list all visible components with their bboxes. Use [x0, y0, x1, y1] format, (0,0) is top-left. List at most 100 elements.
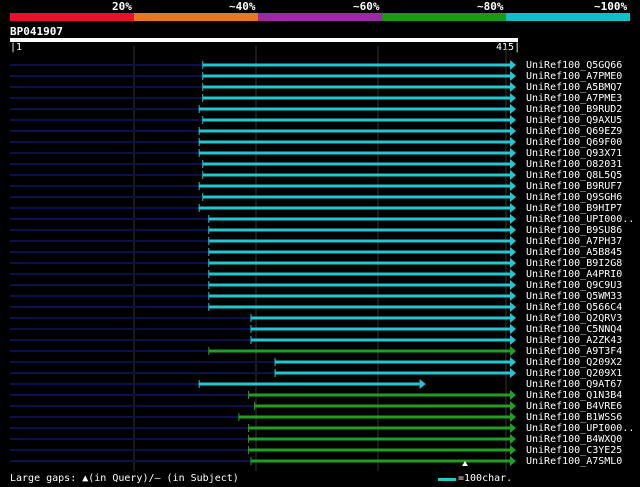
alignment-bar[interactable] [202, 63, 510, 67]
alignment-bar[interactable] [199, 151, 511, 155]
alignment-arrow-icon [510, 258, 516, 268]
alignment-bar[interactable] [202, 162, 510, 166]
hit-label[interactable]: UniRef100_C5NNQ4 [526, 324, 622, 335]
alignment-arrow-icon [510, 159, 516, 169]
hit-label[interactable]: UniRef100_B9RUF7 [526, 181, 622, 192]
alignment-bar[interactable] [208, 294, 511, 298]
hit-label[interactable]: UniRef100_B4WXQ0 [526, 434, 622, 445]
hit-label[interactable]: UniRef100_Q209X2 [526, 357, 622, 368]
alignment-arrow-icon [510, 126, 516, 136]
alignment-bar[interactable] [254, 404, 510, 408]
hit-label[interactable]: UniRef100_A7SML0 [526, 456, 622, 467]
alignment-bar[interactable] [202, 96, 510, 100]
scale-legend-text: =100char. [458, 473, 513, 484]
alignment-arrow-icon [510, 357, 516, 367]
alignment-bar[interactable] [208, 272, 511, 276]
alignment-bar[interactable] [202, 195, 510, 199]
hit-label[interactable]: UniRef100_Q9AT67 [526, 379, 622, 390]
alignment-arrow-icon [510, 302, 516, 312]
hit-label[interactable]: UniRef100_C3YE25 [526, 445, 622, 456]
hit-label[interactable]: UniRef100_A7PME0 [526, 71, 622, 82]
scale-legend-bar [438, 478, 456, 481]
alignment-bar[interactable] [199, 382, 420, 386]
alignment-bar[interactable] [248, 393, 511, 397]
alignment-bar[interactable] [250, 338, 510, 342]
alignment-arrow-icon [510, 368, 516, 378]
hit-label[interactable]: UniRef100_O82031 [526, 159, 622, 170]
alignment-arrow-icon [510, 412, 516, 422]
alignment-bar[interactable] [275, 371, 510, 375]
alignment-bar[interactable] [208, 349, 511, 353]
alignment-arrow-icon [419, 379, 426, 389]
alignment-bar[interactable] [202, 74, 510, 78]
alignment-arrow-icon [510, 104, 516, 114]
alignment-bar[interactable] [250, 316, 510, 320]
alignment-arrow-icon [510, 192, 516, 202]
alignment-bar[interactable] [208, 217, 511, 221]
hit-label[interactable]: UniRef100_Q9AXU5 [526, 115, 622, 126]
hit-label[interactable]: UniRef100_Q2QRV3 [526, 313, 622, 324]
alignment-bar[interactable] [199, 129, 511, 133]
alignment-bar[interactable] [250, 327, 510, 331]
alignment-arrow-icon [510, 115, 516, 125]
alignment-bar[interactable] [275, 360, 510, 364]
hit-label[interactable]: UniRef100_B9RUD2 [526, 104, 622, 115]
hit-label[interactable]: UniRef100_A5B845 [526, 247, 622, 258]
hit-label[interactable]: UniRef100_B9I2G8 [526, 258, 622, 269]
alignment-arrow-icon [510, 401, 516, 411]
alignment-arrow-icon [510, 247, 516, 257]
hit-label[interactable]: UniRef100_Q8L5Q5 [526, 170, 622, 181]
hit-label[interactable]: UniRef100_A2ZK43 [526, 335, 622, 346]
hit-label[interactable]: UniRef100_Q209X1 [526, 368, 622, 379]
hit-label[interactable]: UniRef100_B9SU86 [526, 225, 622, 236]
alignment-arrow-icon [510, 82, 516, 92]
alignment-bar[interactable] [250, 459, 510, 463]
alignment-arrow-icon [510, 214, 516, 224]
hit-label[interactable]: UniRef100_Q5GQ66 [526, 60, 622, 71]
alignment-arrow-icon [510, 335, 516, 345]
alignment-bar[interactable] [248, 426, 511, 430]
hit-label[interactable]: UniRef100_B1WSS6 [526, 412, 622, 423]
alignment-bar[interactable] [202, 173, 510, 177]
hit-label[interactable]: UniRef100_Q9SGH6 [526, 192, 622, 203]
alignment-bar[interactable] [238, 415, 511, 419]
hit-label[interactable]: UniRef100_Q93X71 [526, 148, 622, 159]
alignment-bar[interactable] [199, 184, 511, 188]
hit-label[interactable]: UniRef100_A4PRI0 [526, 269, 622, 280]
alignment-bar[interactable] [199, 140, 511, 144]
alignment-bar[interactable] [208, 305, 511, 309]
hit-label[interactable]: UniRef100_A7PME3 [526, 93, 622, 104]
alignment-bar[interactable] [199, 107, 511, 111]
alignment-bar[interactable] [202, 118, 510, 122]
hit-label[interactable]: UniRef100_A5BMQ7 [526, 82, 622, 93]
alignment-arrow-icon [510, 181, 516, 191]
alignment-bar[interactable] [199, 206, 511, 210]
alignment-arrow-icon [510, 71, 516, 81]
alignment-bar[interactable] [248, 437, 511, 441]
hit-label[interactable]: UniRef100_A9T3F4 [526, 346, 622, 357]
hit-label[interactable]: UniRef100_Q566C4 [526, 302, 622, 313]
alignment-bar[interactable] [208, 261, 511, 265]
hit-label[interactable]: UniRef100_Q9C9U3 [526, 280, 622, 291]
alignment-bar[interactable] [202, 85, 510, 89]
hit-label[interactable]: UniRef100_Q5WM33 [526, 291, 622, 302]
hit-label[interactable]: UniRef100_UPI000.. [526, 423, 634, 434]
alignment-bar[interactable] [208, 250, 511, 254]
alignment-arrow-icon [510, 434, 516, 444]
alignment-bar[interactable] [208, 228, 511, 232]
hit-label[interactable]: UniRef100_Q1N3B4 [526, 390, 622, 401]
hit-label[interactable]: UniRef100_Q69EZ9 [526, 126, 622, 137]
alignment-arrow-icon [510, 170, 516, 180]
hit-label[interactable]: UniRef100_A7PH37 [526, 236, 622, 247]
alignment-bar[interactable] [248, 448, 511, 452]
alignment-bar[interactable] [208, 239, 511, 243]
hit-label[interactable]: UniRef100_B9HIP7 [526, 203, 622, 214]
hit-label[interactable]: UniRef100_Q69F00 [526, 137, 622, 148]
hit-label[interactable]: UniRef100_B4VRE6 [526, 401, 622, 412]
alignment-bar[interactable] [208, 283, 511, 287]
alignment-arrow-icon [510, 93, 516, 103]
alignment-arrow-icon [510, 225, 516, 235]
alignment-arrow-icon [510, 456, 516, 466]
alignment-arrow-icon [510, 291, 516, 301]
hit-label[interactable]: UniRef100_UPI000.. [526, 214, 634, 225]
